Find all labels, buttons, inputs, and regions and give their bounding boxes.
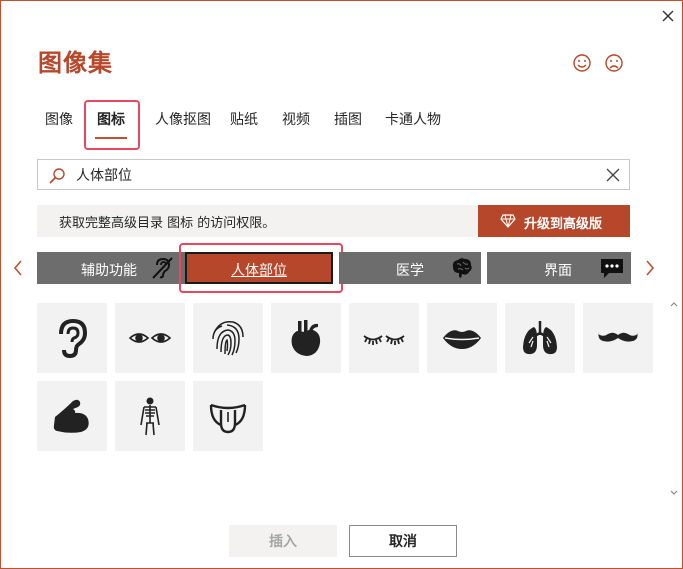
ear-icon [59,318,88,359]
heart-organ-icon-tile[interactable] [271,303,341,373]
category-accessibility[interactable]: 辅助功能 [37,252,185,284]
lungs-icon-tile[interactable] [505,303,575,373]
flexed-arm-icon [53,399,89,433]
category-focus-highlight [179,243,343,293]
lips-icon-tile[interactable] [427,303,497,373]
eyes-icon-tile[interactable] [115,303,185,373]
grid-scrollbar[interactable] [668,301,680,501]
ear-icon-tile[interactable] [37,303,107,373]
fingerprint-icon-tile[interactable] [193,303,263,373]
tab-videos[interactable]: 视频 [277,101,315,151]
tab-stickers[interactable]: 贴纸 [225,101,263,151]
search-input[interactable] [76,165,596,185]
chevron-left-icon[interactable] [11,258,25,278]
category-interface[interactable]: 界面 [487,252,631,284]
skeleton-icon [140,397,160,436]
chevron-right-icon[interactable] [643,258,657,278]
upgrade-button[interactable]: 升级到高级版 [478,205,630,237]
tab-portrait-cutout[interactable]: 人像抠图 [147,101,219,151]
tongue-icon-tile[interactable] [193,381,263,451]
image-collection-dialog: 图像集 图像 图标 人像抠图 贴纸 视频 插图 卡通人物 获取完整高级目录 图标… [0,0,683,569]
lips-icon [443,330,481,349]
eyelashes-icon-tile[interactable] [349,303,419,373]
search-box [37,159,630,190]
chat-bubble-icon [601,259,623,278]
eyelashes-icon [363,335,405,345]
eyes-icon [129,333,171,343]
hearing-disabled-icon [152,257,173,279]
skeleton-icon-tile[interactable] [115,381,185,451]
diamond-icon [500,214,516,228]
tab-illustrations[interactable]: 插图 [329,101,367,151]
category-medical[interactable]: 医学 [339,252,481,284]
close-icon[interactable] [658,6,678,26]
flexed-arm-icon-tile[interactable] [37,381,107,451]
insert-button[interactable]: 插入 [229,525,337,557]
clear-search-icon[interactable] [605,167,621,183]
tab-cartoon-people[interactable]: 卡通人物 [381,101,445,151]
fingerprint-icon [212,320,244,356]
tongue-icon [209,403,247,434]
premium-banner-text: 获取完整高级目录 图标 的访问权限。 [59,216,276,231]
mustache-icon-tile[interactable] [583,303,653,373]
tab-images[interactable]: 图像 [37,101,81,151]
search-icon [49,168,65,184]
dialog-title: 图像集 [38,49,113,77]
frown-icon[interactable] [603,52,625,74]
tab-focus-highlight [84,100,140,150]
mustache-icon [598,332,638,342]
brain-icon [452,258,472,278]
cancel-button[interactable]: 取消 [349,525,457,557]
heart-organ-icon [291,320,321,356]
lungs-icon [523,321,557,355]
smile-icon[interactable] [571,52,593,74]
